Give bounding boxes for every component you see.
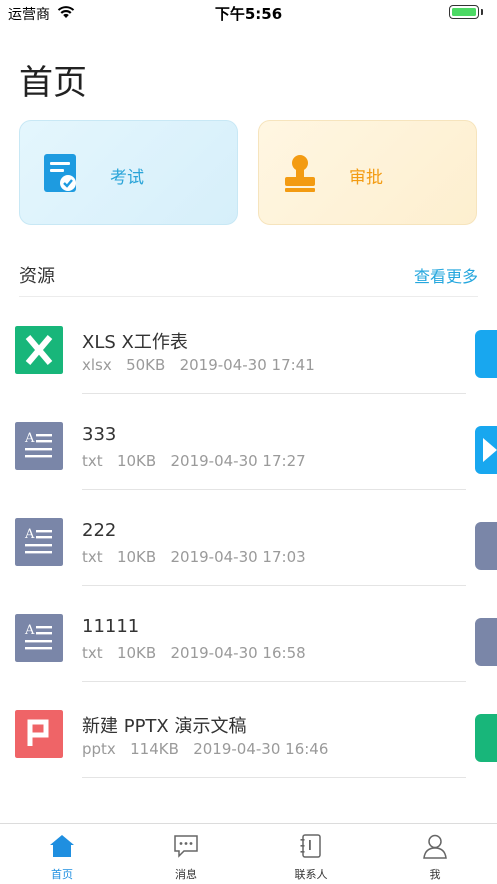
svg-text:A: A — [24, 623, 35, 638]
file-size: 10KB — [116, 644, 157, 662]
approve-card[interactable]: 审批 — [258, 120, 477, 225]
list-item[interactable]: A 11111 txt 10KB 2019-04-30 16:58 — [0, 586, 497, 682]
contacts-icon — [300, 834, 321, 858]
tab-messages[interactable]: 消息 — [124, 824, 248, 884]
peek-card-edge — [475, 426, 497, 474]
tab-label: 我 — [429, 868, 441, 881]
file-type: txt — [82, 548, 103, 566]
list-item[interactable]: 新建 PPTX 演示文稿 pptx 114KB 2019-04-30 16:46 — [0, 682, 497, 778]
row-divider — [82, 777, 466, 778]
list-item[interactable]: XLS X工作表 xlsx 50KB 2019-04-30 17:41 — [0, 298, 497, 394]
tab-me[interactable]: 我 — [373, 824, 497, 884]
home-icon — [50, 835, 74, 857]
file-name: 222 — [82, 520, 117, 541]
text-file-icon: A — [15, 422, 63, 470]
file-size: 50KB — [126, 356, 166, 374]
file-name: 11111 — [82, 616, 140, 637]
exam-card-label: 考试 — [110, 168, 144, 188]
file-size: 10KB — [116, 452, 157, 470]
peek-card-edge — [475, 714, 497, 762]
file-type: txt — [82, 644, 103, 662]
file-meta: xlsx 50KB 2019-04-30 17:41 — [82, 356, 315, 374]
file-size: 10KB — [116, 548, 157, 566]
message-icon — [174, 835, 198, 858]
tab-label: 首页 — [51, 868, 73, 881]
excel-file-icon — [15, 326, 63, 374]
ppt-file-icon — [15, 710, 63, 758]
peek-card-edge — [475, 522, 497, 570]
approve-card-label: 审批 — [349, 168, 383, 188]
file-type: pptx — [82, 740, 116, 758]
file-name: XLS X工作表 — [82, 332, 188, 353]
file-type: txt — [82, 452, 103, 470]
svg-text:A: A — [24, 431, 35, 446]
section-divider — [19, 296, 478, 297]
file-time: 2019-04-30 16:58 — [170, 644, 306, 662]
list-item[interactable]: A 222 txt 10KB 2019-04-30 17:03 — [0, 490, 497, 586]
file-name: 333 — [82, 424, 117, 445]
file-time: 2019-04-30 17:41 — [179, 356, 315, 374]
view-more-link[interactable]: 查看更多 — [414, 263, 478, 287]
text-file-icon: A — [15, 614, 63, 662]
status-time: 下午5:56 — [214, 5, 283, 23]
status-bar: 运营商 下午5:56 — [0, 0, 497, 26]
file-meta: pptx 114KB 2019-04-30 16:46 — [82, 740, 328, 758]
file-meta: txt 10KB 2019-04-30 16:58 — [82, 644, 306, 662]
file-meta: txt 10KB 2019-04-30 17:03 — [82, 548, 306, 566]
person-icon — [423, 834, 447, 859]
file-size: 114KB — [130, 740, 179, 758]
file-type: xlsx — [82, 356, 112, 374]
exam-doc-icon — [44, 154, 76, 192]
battery-icon — [449, 5, 479, 19]
stamp-icon — [285, 155, 315, 192]
file-time: 2019-04-30 16:46 — [193, 740, 329, 758]
file-time: 2019-04-30 17:27 — [170, 452, 306, 470]
file-meta: txt 10KB 2019-04-30 17:27 — [82, 452, 306, 470]
file-name: 新建 PPTX 演示文稿 — [82, 716, 247, 737]
page-title: 首页 — [19, 63, 87, 103]
tab-bar: 首页 消息 联系人 我 — [0, 823, 497, 884]
resources-title: 资源 — [19, 266, 55, 287]
text-file-icon: A — [15, 518, 63, 566]
file-time: 2019-04-30 17:03 — [170, 548, 306, 566]
battery-cap — [481, 9, 483, 15]
svg-text:A: A — [24, 527, 35, 542]
tab-label: 联系人 — [294, 868, 328, 881]
tab-home[interactable]: 首页 — [0, 824, 124, 884]
exam-card[interactable]: 考试 — [19, 120, 238, 225]
peek-card-edge — [475, 330, 497, 378]
list-item[interactable]: A 333 txt 10KB 2019-04-30 17:27 — [0, 394, 497, 490]
tab-contacts[interactable]: 联系人 — [249, 824, 373, 884]
tab-label: 消息 — [175, 868, 197, 881]
peek-card-edge — [475, 618, 497, 666]
